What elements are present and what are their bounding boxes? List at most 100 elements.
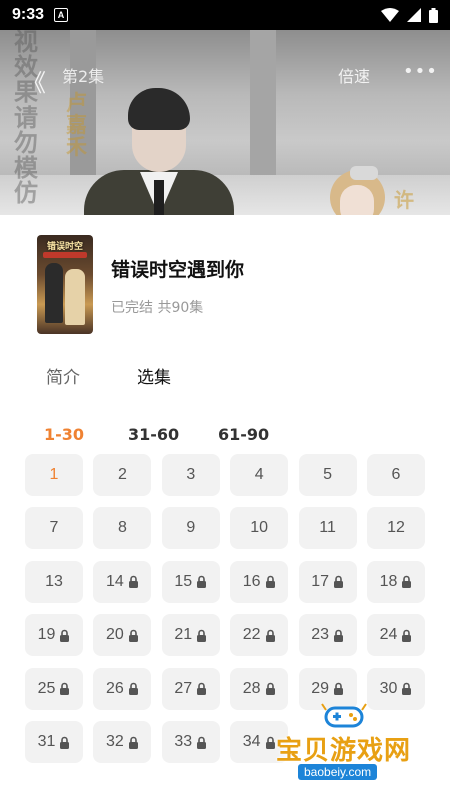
- episode-number: 14: [105, 572, 124, 590]
- lock-icon: [333, 629, 343, 642]
- lock-icon: [60, 682, 70, 696]
- drama-title: 错误时空遇到你: [111, 259, 245, 281]
- episode-number: 13: [45, 572, 63, 590]
- episode-tile[interactable]: 8: [93, 507, 152, 550]
- episode-tile[interactable]: 9: [161, 507, 220, 550]
- episode-tile[interactable]: 17: [298, 560, 357, 603]
- episode-tile[interactable]: 16: [230, 560, 289, 603]
- episode-number: 21: [174, 626, 193, 644]
- lock-icon: [128, 576, 138, 589]
- episode-number: 9: [186, 519, 196, 537]
- episode-number: 31: [37, 733, 56, 750]
- episode-number: 5: [323, 466, 333, 483]
- drama-poster: 错误时空: [37, 235, 93, 334]
- poster-figure-man: [45, 263, 63, 323]
- watermark-site-url: baobeiy.com: [298, 764, 378, 780]
- site-watermark-logo: 宝贝游戏网 baobeiy.com: [276, 702, 426, 784]
- episode-tile[interactable]: 11: [298, 507, 357, 550]
- episode-tile[interactable]: 26: [93, 667, 152, 710]
- lock-icon: [265, 682, 275, 696]
- episode-tile[interactable]: 20: [93, 614, 152, 657]
- lock-icon: [402, 576, 412, 589]
- current-episode-label: 第2集: [62, 67, 105, 86]
- range-tab-61-90[interactable]: 61-90: [218, 425, 269, 444]
- video-actress-bow: [350, 166, 378, 180]
- episode-tile[interactable]: 33: [161, 721, 220, 763]
- episode-tile[interactable]: 4: [230, 454, 289, 496]
- episode-tile[interactable]: 21: [161, 614, 220, 657]
- lock-icon: [333, 576, 343, 589]
- episode-number: 32: [105, 733, 124, 750]
- episode-tile[interactable]: 15: [161, 560, 220, 603]
- lock-icon: [128, 629, 138, 642]
- episode-tile[interactable]: 27: [161, 667, 220, 710]
- wifi-icon: [381, 8, 399, 22]
- lock-icon: [402, 629, 412, 642]
- tab-episodes[interactable]: 选集: [137, 363, 171, 388]
- status-time: 9:33: [12, 6, 45, 23]
- episode-tile[interactable]: 14: [93, 560, 152, 603]
- lock-icon: [402, 682, 412, 696]
- lock-icon: [128, 682, 138, 696]
- episode-number: 19: [37, 626, 56, 644]
- lock-icon: [197, 682, 207, 696]
- episode-tile[interactable]: 10: [230, 507, 289, 550]
- episode-tile[interactable]: 2: [93, 454, 152, 496]
- episode-number: 22: [242, 626, 261, 644]
- episode-tile[interactable]: 23: [298, 614, 357, 657]
- episode-tile[interactable]: 6: [367, 454, 425, 496]
- lock-icon: [60, 736, 70, 749]
- app-notification-icon: A: [54, 8, 69, 22]
- more-icon[interactable]: •••: [403, 61, 438, 82]
- episode-number: 6: [391, 466, 401, 483]
- episode-tile[interactable]: 25: [25, 667, 83, 710]
- episode-number: 26: [105, 679, 124, 697]
- sheet-tabs: 简介 选集: [0, 363, 450, 393]
- episode-tile[interactable]: 12: [367, 507, 425, 550]
- episode-tile[interactable]: 31: [25, 721, 83, 763]
- episode-tile[interactable]: 18: [367, 560, 425, 603]
- video-overlay-text-left: 视效果请勿模仿: [14, 30, 38, 208]
- episode-tile[interactable]: 3: [161, 454, 220, 496]
- episode-number: 18: [379, 572, 398, 590]
- episode-number: 27: [174, 679, 193, 697]
- episode-number: 28: [242, 679, 261, 697]
- lock-icon: [265, 736, 275, 749]
- episode-number: 12: [387, 519, 405, 537]
- video-player[interactable]: 视效果请勿模仿 卢嘉禾 许 《 第2集 倍速 •••: [0, 30, 450, 215]
- episode-tile[interactable]: 32: [93, 721, 152, 763]
- episode-number: 8: [117, 519, 127, 537]
- episode-tile[interactable]: 19: [25, 614, 83, 657]
- lock-icon: [128, 736, 138, 749]
- range-tab-1-30[interactable]: 1-30: [44, 425, 84, 444]
- video-actor-hair: [128, 88, 190, 130]
- video-actor-tie: [154, 180, 164, 215]
- episode-number: 7: [49, 519, 59, 537]
- episode-tile[interactable]: 13: [25, 560, 83, 603]
- watermark-site-name: 宝贝游戏网: [276, 736, 412, 766]
- episode-number: 10: [250, 519, 269, 537]
- episode-tile[interactable]: 24: [367, 614, 425, 657]
- back-icon[interactable]: 《: [22, 63, 46, 98]
- poster-figure-woman: [65, 269, 85, 325]
- episode-number: 1: [49, 466, 59, 483]
- episode-tile[interactable]: 22: [230, 614, 289, 657]
- lock-icon: [197, 576, 207, 589]
- episode-number: 3: [186, 466, 196, 483]
- episode-tile[interactable]: 1: [25, 454, 83, 496]
- episode-number: 33: [174, 733, 193, 750]
- episode-number: 16: [242, 572, 261, 590]
- episode-number: 11: [319, 519, 336, 537]
- drama-meta: 已完结 共90集: [111, 300, 204, 316]
- range-tab-31-60[interactable]: 31-60: [128, 425, 179, 444]
- episode-number: 20: [105, 626, 124, 644]
- episode-tile[interactable]: 5: [298, 454, 357, 496]
- episode-tile[interactable]: 7: [25, 507, 83, 550]
- episode-number: 23: [311, 626, 329, 644]
- episode-number: 34: [242, 733, 261, 750]
- tab-intro[interactable]: 简介: [46, 363, 80, 388]
- lock-icon: [60, 629, 70, 642]
- lock-icon: [333, 682, 343, 696]
- speed-button[interactable]: 倍速: [338, 63, 370, 87]
- signal-icon: [407, 8, 421, 22]
